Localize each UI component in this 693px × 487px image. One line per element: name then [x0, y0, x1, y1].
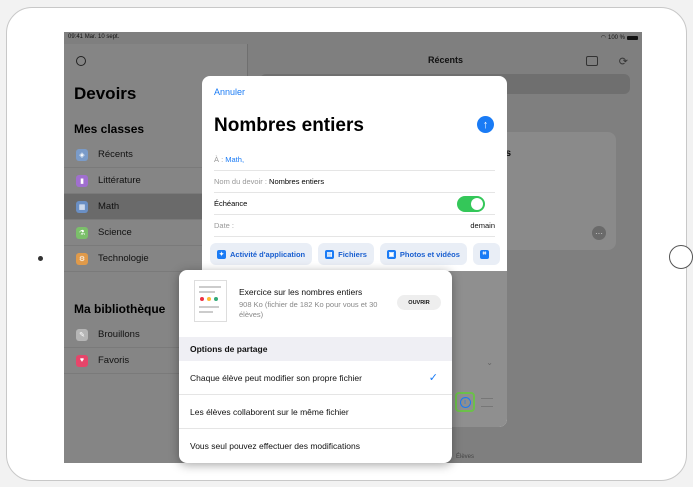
- activity-icon: ✦: [217, 249, 226, 259]
- option-label: Chaque élève peut modifier son propre fi…: [190, 372, 362, 383]
- cancel-button[interactable]: Annuler: [214, 87, 245, 97]
- photo-icon: ▣: [386, 249, 396, 259]
- sidebar-item-label: Technologie: [98, 253, 149, 264]
- draft-icon: ✎: [76, 328, 88, 341]
- attachment-chips: ✦ Activité d'application ▤ Fichiers ▣ Photo…: [210, 243, 507, 265]
- open-button[interactable]: OUVRIR: [397, 295, 441, 310]
- app-title: Devoirs: [74, 84, 137, 103]
- share-options-header: Options de partage: [179, 337, 452, 361]
- recipient-label: À :: [214, 155, 224, 164]
- sheet-title: Nombres entiers: [214, 115, 364, 136]
- battery-icon: [627, 35, 638, 40]
- recipient-value: Math,: [225, 155, 245, 164]
- profile-icon[interactable]: [76, 56, 86, 66]
- chip-label: Photos et vidéos: [399, 249, 460, 259]
- option-individual-copies[interactable]: Chaque élève peut modifier son propre fi…: [179, 361, 452, 395]
- heart-icon: ♥: [76, 354, 88, 367]
- battery-percent: 100 %: [607, 34, 625, 41]
- wifi-icon: ◠: [600, 35, 606, 41]
- sidebar-item-label: Science: [98, 227, 132, 238]
- new-assignment-icon[interactable]: [586, 56, 598, 66]
- chip-label: Activité d'application: [230, 249, 306, 259]
- assignment-name-label: Nom du devoir :: [214, 177, 267, 186]
- recipient-row[interactable]: À : Math,: [214, 149, 495, 171]
- status-time: 09:41: [68, 34, 84, 40]
- more-icon[interactable]: ···: [592, 226, 606, 240]
- share-options-popover: Exercice sur les nombres entiers 908 Ko …: [179, 270, 452, 463]
- assignment-name-value: Nombres entiers: [269, 177, 325, 186]
- option-view-only[interactable]: Vous seul pouvez effectuer des modificat…: [179, 429, 452, 463]
- status-bar: 09:41 Mar. 10 sept. ◠ 100 %: [64, 32, 642, 44]
- calculator-icon: ▦: [76, 200, 88, 213]
- home-button[interactable]: [669, 245, 693, 269]
- scan-chip[interactable]: ⌗: [472, 243, 500, 265]
- chevron-down-icon: ⌄: [486, 358, 493, 367]
- checkmark-icon: ✓: [428, 372, 438, 384]
- battery-indicator: ◠ 100 %: [601, 34, 638, 41]
- due-date-toggle[interactable]: [457, 196, 485, 212]
- status-date: Mar. 10 sept.: [84, 34, 120, 40]
- status-time-date: 09:41 Mar. 10 sept.: [68, 34, 119, 40]
- arrow-up-icon: ↑: [482, 118, 489, 131]
- file-name: Exercice sur les nombres entiers: [239, 287, 363, 297]
- send-button[interactable]: ↑: [477, 116, 494, 133]
- activity-chip[interactable]: ✦ Activité d'application: [210, 243, 313, 265]
- students-tab[interactable]: Élèves: [456, 454, 474, 460]
- science-icon: ⚗: [76, 226, 88, 239]
- book-icon: ▮: [76, 174, 88, 187]
- sidebar-item-label: Math: [98, 201, 120, 212]
- sync-icon[interactable]: ⟳: [619, 55, 628, 68]
- technology-icon: ⚙: [76, 252, 88, 265]
- file-thumbnail: [194, 280, 227, 322]
- front-camera: [38, 256, 43, 261]
- date-row[interactable]: Date : demain: [214, 215, 495, 237]
- assignment-name-row[interactable]: Nom du devoir : Nombres entiers: [214, 171, 495, 193]
- date-value: demain: [470, 221, 495, 230]
- option-label: Les élèves collaborent sur le même fichi…: [190, 406, 349, 417]
- files-chip[interactable]: ▤ Fichiers: [318, 243, 374, 265]
- sidebar-item-label: Récents: [98, 149, 133, 160]
- chip-label: Fichiers: [338, 249, 367, 259]
- file-meta: 908 Ko (fichier de 182 Ko pour vous et 3…: [239, 300, 378, 319]
- main-title: Récents: [427, 55, 463, 65]
- option-label: Vous seul pouvez effectuer des modificat…: [190, 441, 360, 451]
- info-icon: i: [459, 396, 471, 408]
- date-label: Date :: [214, 221, 235, 230]
- recent-icon: ◈: [76, 148, 88, 161]
- file-icon: ▤: [325, 249, 335, 259]
- due-date-label: Échéance: [214, 199, 248, 208]
- reorder-icon[interactable]: [481, 398, 493, 407]
- scan-icon: ⌗: [479, 249, 489, 259]
- sidebar-item-label: Favoris: [98, 355, 130, 366]
- option-collaborate[interactable]: Les élèves collaborent sur le même fichi…: [179, 395, 452, 429]
- library-header: Ma bibliothèque: [74, 302, 166, 316]
- due-date-row: Échéance: [214, 193, 495, 215]
- sidebar-item-label: Littérature: [98, 175, 141, 186]
- photos-chip[interactable]: ▣ Photos et vidéos: [379, 243, 467, 265]
- sidebar-item-label: Brouillons: [98, 329, 140, 340]
- classes-header: Mes classes: [74, 122, 145, 136]
- info-button[interactable]: i: [455, 392, 475, 412]
